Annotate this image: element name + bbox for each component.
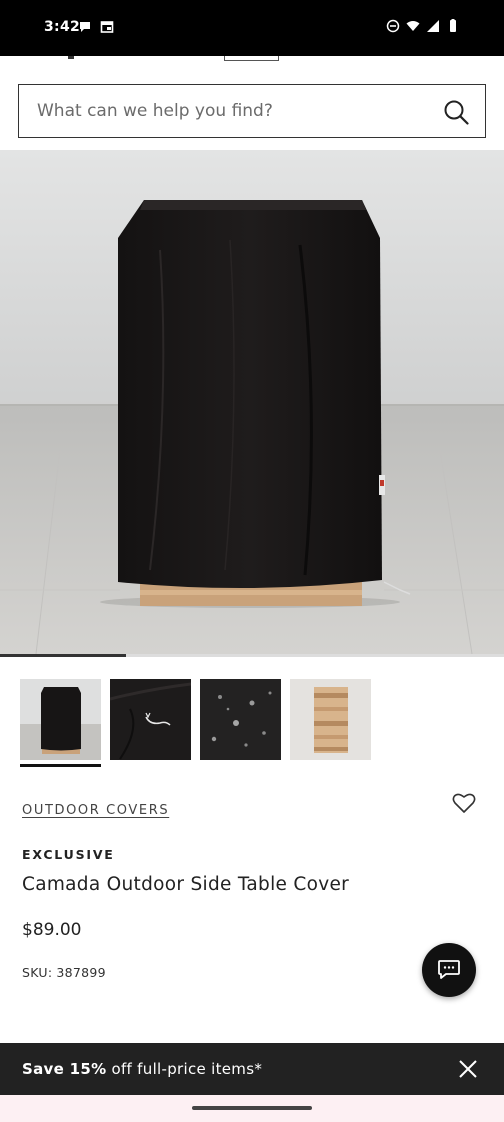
chat-notification-icon (80, 22, 90, 32)
signal-icon (427, 20, 439, 32)
product-hero-image[interactable] (0, 150, 504, 654)
battery-icon (450, 19, 456, 32)
heart-icon[interactable] (452, 792, 476, 814)
side-table-cover-photo (0, 150, 504, 654)
search-input[interactable] (37, 85, 437, 137)
promo-banner: Save 15% off full-price items* (0, 1043, 504, 1095)
product-page: 3:42 What can we help you find? OUTDOOR … (0, 0, 504, 1122)
thumbnail-cover-water-droplets[interactable] (200, 679, 281, 760)
product-price: $89.00 (22, 920, 82, 940)
product-title: Camada Outdoor Side Table Cover (22, 874, 350, 895)
thumbnail-cover-water-droplets-image (200, 679, 281, 760)
wifi-icon (406, 21, 420, 31)
header-nav-edge (68, 56, 74, 59)
gallery-progress-track (0, 654, 504, 657)
status-bar: 3:42 (0, 0, 504, 56)
thumbnail-side-table[interactable] (290, 679, 371, 760)
status-time: 3:42 (44, 19, 81, 35)
category-link[interactable]: OUTDOOR COVERS (22, 803, 169, 818)
promo-detail: off full-price items* (106, 1060, 263, 1078)
exclusive-badge: EXCLUSIVE (22, 847, 115, 862)
thumbnail-cover-front-image (20, 679, 101, 760)
search-box (18, 84, 486, 138)
search-icon[interactable] (443, 99, 469, 125)
product-sku: SKU: 387899 (22, 965, 106, 980)
promo-discount: Save 15% (22, 1060, 107, 1078)
sku-value: 387899 (56, 965, 106, 980)
thumbnail-cover-drawstring[interactable] (110, 679, 191, 760)
thumbnail-side-table-image (290, 679, 371, 760)
chat-button[interactable] (422, 943, 476, 997)
calendar-notification-icon (100, 21, 114, 33)
logo-edge[interactable] (224, 56, 279, 61)
promo-text: Save 15% off full-price items* (22, 1060, 262, 1078)
chat-icon (438, 960, 460, 979)
close-icon[interactable] (458, 1059, 478, 1079)
thumbnail-strip (20, 679, 371, 760)
thumbnail-cover-drawstring-image (110, 679, 191, 760)
do-not-disturb-icon (386, 19, 400, 33)
thumbnail-cover-front[interactable] (20, 679, 101, 760)
home-indicator[interactable] (192, 1106, 312, 1110)
sku-label: SKU: (22, 965, 53, 980)
system-nav-bar (0, 1095, 504, 1122)
selected-thumbnail-indicator (20, 764, 101, 767)
gallery-progress-fill (0, 654, 126, 657)
